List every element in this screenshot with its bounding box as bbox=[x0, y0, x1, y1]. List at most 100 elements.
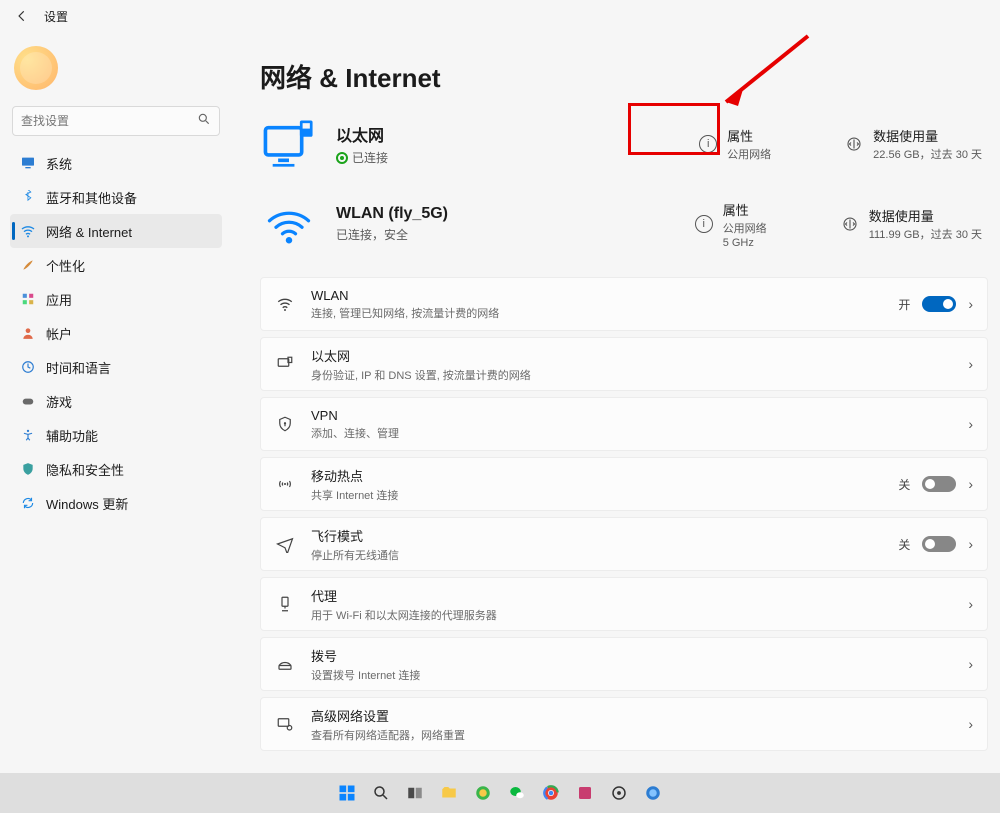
sidebar-item-label: 蓝牙和其他设备 bbox=[46, 188, 137, 207]
card-title: WLAN bbox=[311, 288, 882, 303]
card-title: 飞行模式 bbox=[311, 526, 882, 545]
wlan-properties-button[interactable]: i 属性 公用网络 5 GHz bbox=[695, 200, 805, 249]
data-usage-icon bbox=[841, 215, 859, 233]
props-sub: 公用网络 bbox=[723, 220, 767, 236]
card-sub: 共享 Internet 连接 bbox=[311, 487, 882, 503]
sidebar-item-label: 隐私和安全性 bbox=[46, 460, 124, 479]
toggle-state-label: 开 bbox=[898, 296, 910, 313]
arrow-left-icon bbox=[15, 9, 29, 23]
sidebar-item-label: 网络 & Internet bbox=[46, 222, 132, 241]
chevron-right-icon: › bbox=[968, 296, 973, 312]
clock-globe-icon bbox=[20, 359, 36, 375]
sidebar-item-accounts[interactable]: 帐户 bbox=[10, 316, 222, 350]
card-advanced[interactable]: 高级网络设置查看所有网络适配器，网络重置 › bbox=[260, 697, 988, 751]
card-title: 以太网 bbox=[311, 346, 952, 365]
sidebar: 系统 蓝牙和其他设备 网络 & Internet 个性化 应用 帐户 bbox=[0, 32, 232, 773]
wlan-data-usage-button[interactable]: 数据使用量 111.99 GB，过去 30 天 bbox=[841, 200, 982, 249]
wifi-icon bbox=[20, 223, 36, 239]
sidebar-item-time-language[interactable]: 时间和语言 bbox=[10, 350, 222, 384]
start-button[interactable] bbox=[334, 780, 360, 806]
toggle-state-label: 关 bbox=[898, 476, 910, 493]
sidebar-item-system[interactable]: 系统 bbox=[10, 146, 222, 180]
toggle-state-label: 关 bbox=[898, 536, 910, 553]
proxy-icon bbox=[275, 594, 295, 614]
taskbar-file-explorer[interactable] bbox=[436, 780, 462, 806]
hotspot-icon bbox=[275, 474, 295, 494]
sidebar-item-accessibility[interactable]: 辅助功能 bbox=[10, 418, 222, 452]
card-hotspot[interactable]: 移动热点共享 Internet 连接 关› bbox=[260, 457, 988, 511]
card-airplane[interactable]: 飞行模式停止所有无线通信 关 › bbox=[260, 517, 988, 571]
sidebar-item-windows-update[interactable]: Windows 更新 bbox=[10, 486, 222, 520]
ethernet-icon bbox=[275, 354, 295, 374]
taskbar-task-view[interactable] bbox=[402, 780, 428, 806]
avatar bbox=[14, 46, 58, 90]
sidebar-item-personalization[interactable]: 个性化 bbox=[10, 248, 222, 282]
taskbar-wechat[interactable] bbox=[504, 780, 530, 806]
chevron-right-icon: › bbox=[968, 536, 973, 552]
taskbar-search[interactable] bbox=[368, 780, 394, 806]
airplane-toggle[interactable] bbox=[922, 536, 956, 552]
chevron-right-icon: › bbox=[968, 656, 973, 672]
props-title: 属性 bbox=[723, 200, 767, 219]
data-usage-icon bbox=[845, 135, 863, 153]
chevron-right-icon: › bbox=[968, 716, 973, 732]
taskbar-app-3[interactable] bbox=[640, 780, 666, 806]
card-vpn[interactable]: VPN添加、连接、管理 › bbox=[260, 397, 988, 451]
card-wlan[interactable]: WLAN连接, 管理已知网络, 按流量计费的网络 开› bbox=[260, 277, 988, 331]
settings-cards: WLAN连接, 管理已知网络, 按流量计费的网络 开› 以太网身份验证, IP … bbox=[260, 277, 988, 751]
wlan-toggle[interactable] bbox=[922, 296, 956, 312]
advanced-settings-icon bbox=[275, 714, 295, 734]
gamepad-icon bbox=[20, 393, 36, 409]
ethernet-data-usage-button[interactable]: 数据使用量 22.56 GB，过去 30 天 bbox=[845, 126, 982, 162]
shield-icon bbox=[20, 461, 36, 477]
card-title: VPN bbox=[311, 408, 952, 423]
app-title: 设置 bbox=[44, 8, 68, 25]
taskbar-chrome[interactable] bbox=[538, 780, 564, 806]
sidebar-item-apps[interactable]: 应用 bbox=[10, 282, 222, 316]
sidebar-item-network[interactable]: 网络 & Internet bbox=[10, 214, 222, 248]
sidebar-item-label: 时间和语言 bbox=[46, 358, 111, 377]
dialup-icon bbox=[275, 654, 295, 674]
card-title: 高级网络设置 bbox=[311, 706, 952, 725]
bluetooth-icon bbox=[20, 189, 36, 205]
sidebar-nav: 系统 蓝牙和其他设备 网络 & Internet 个性化 应用 帐户 bbox=[10, 146, 222, 520]
card-dialup[interactable]: 拨号设置拨号 Internet 连接 › bbox=[260, 637, 988, 691]
card-title: 移动热点 bbox=[311, 466, 882, 485]
wlan-status-text: 已连接，安全 bbox=[336, 226, 408, 243]
accessibility-icon bbox=[20, 427, 36, 443]
card-proxy[interactable]: 代理用于 Wi-Fi 和以太网连接的代理服务器 › bbox=[260, 577, 988, 631]
taskbar-app-1[interactable] bbox=[470, 780, 496, 806]
chevron-right-icon: › bbox=[968, 356, 973, 372]
card-sub: 停止所有无线通信 bbox=[311, 547, 882, 563]
main: 网络 & Internet 以太网 已连接 i bbox=[232, 32, 1000, 773]
sidebar-item-label: 帐户 bbox=[46, 324, 72, 343]
search-input[interactable] bbox=[21, 114, 197, 128]
data-title: 数据使用量 bbox=[873, 126, 982, 145]
wlan-status-block: WLAN (fly_5G) 已连接，安全 i 属性 公用网络 5 GHz bbox=[260, 189, 988, 259]
sidebar-item-label: 辅助功能 bbox=[46, 426, 98, 445]
data-sub: 22.56 GB，过去 30 天 bbox=[873, 146, 982, 162]
search-box[interactable] bbox=[12, 106, 220, 136]
card-sub: 设置拨号 Internet 连接 bbox=[311, 667, 952, 683]
sidebar-item-gaming[interactable]: 游戏 bbox=[10, 384, 222, 418]
card-ethernet[interactable]: 以太网身份验证, IP 和 DNS 设置, 按流量计费的网络 › bbox=[260, 337, 988, 391]
person-icon bbox=[20, 325, 36, 341]
props-title: 属性 bbox=[727, 126, 771, 145]
ethernet-status-text: 已连接 bbox=[352, 149, 388, 166]
sidebar-item-bluetooth[interactable]: 蓝牙和其他设备 bbox=[10, 180, 222, 214]
sidebar-item-privacy[interactable]: 隐私和安全性 bbox=[10, 452, 222, 486]
sidebar-item-label: 应用 bbox=[46, 290, 72, 309]
card-sub: 用于 Wi-Fi 和以太网连接的代理服务器 bbox=[311, 607, 952, 623]
info-icon: i bbox=[699, 135, 717, 153]
back-button[interactable] bbox=[12, 6, 32, 26]
wlan-status: 已连接，安全 bbox=[336, 226, 448, 243]
taskbar-settings-active[interactable] bbox=[606, 780, 632, 806]
hotspot-toggle[interactable] bbox=[922, 476, 956, 492]
ethernet-properties-button[interactable]: i 属性 公用网络 bbox=[699, 126, 809, 162]
airplane-icon bbox=[275, 534, 295, 554]
brush-icon bbox=[20, 257, 36, 273]
props-sub: 公用网络 bbox=[727, 146, 771, 162]
taskbar-app-2[interactable] bbox=[572, 780, 598, 806]
avatar-block[interactable] bbox=[10, 40, 222, 100]
sidebar-item-label: Windows 更新 bbox=[46, 494, 128, 513]
